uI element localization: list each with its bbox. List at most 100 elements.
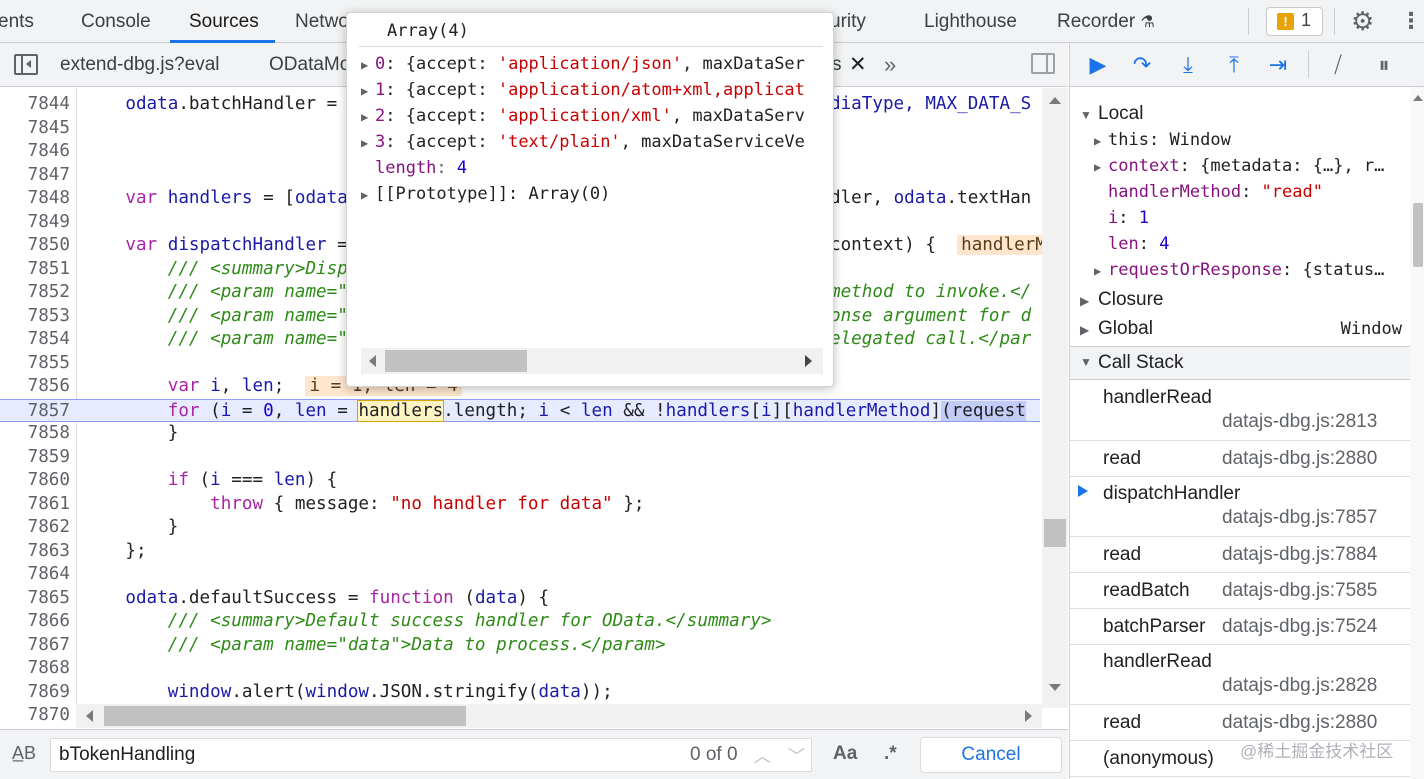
line-number[interactable]: 7855	[0, 352, 70, 376]
line-number[interactable]: 7858	[0, 422, 70, 446]
tab-recorder[interactable]: Recorder ⚗	[1057, 0, 1155, 43]
next-match-chevron-down-icon[interactable]: ﹀	[788, 742, 805, 767]
line-number[interactable]: 7849	[0, 211, 70, 235]
tab-lighthouse[interactable]: Lighthouse	[924, 0, 1017, 43]
call-frame[interactable]: read datajs-dbg.js:2880	[1070, 441, 1410, 477]
code-line[interactable]: 7868	[0, 657, 1040, 681]
line-number[interactable]: 7846	[0, 140, 70, 164]
line-number[interactable]: 7854	[0, 328, 70, 352]
toggle-debugger-sidebar-icon[interactable]	[1031, 53, 1055, 74]
line-number[interactable]: 7870	[0, 704, 70, 728]
code-line[interactable]: 7862 }	[0, 516, 1040, 540]
issues-button[interactable]: ! 1	[1266, 7, 1323, 36]
step-out-icon[interactable]: ⤒	[1220, 51, 1248, 79]
expand-triangle-icon[interactable]: ▶	[361, 78, 375, 103]
scroll-right-arrow-icon[interactable]	[1025, 710, 1032, 722]
more-tabs-chevron-icon[interactable]: »	[884, 43, 896, 87]
step-over-icon[interactable]: ↷	[1128, 51, 1156, 79]
more-options-icon[interactable]: ⋮	[1400, 8, 1422, 34]
call-frame-location[interactable]: datajs-dbg.js:7857	[1222, 507, 1377, 529]
call-frame-location[interactable]: datajs-dbg.js:2880	[1222, 448, 1377, 470]
expand-triangle-icon[interactable]: ▶	[361, 130, 375, 155]
popover-prototype-row[interactable]: ▶ [[Prototype]]: Array(0)	[361, 181, 825, 207]
line-number[interactable]: 7852	[0, 281, 70, 305]
line-number[interactable]: 7844	[0, 93, 70, 117]
code-line[interactable]: 7864	[0, 563, 1040, 587]
scroll-up-arrow-icon[interactable]	[1049, 97, 1061, 104]
line-number[interactable]: 7857	[0, 400, 70, 424]
execution-line[interactable]: 7857 for (i = 0, len = handlers.length; …	[0, 398, 1040, 424]
line-number[interactable]: 7869	[0, 681, 70, 705]
scope-local-header[interactable]: ▼ Local	[1070, 101, 1143, 127]
expand-triangle-icon[interactable]: ▶	[1094, 258, 1108, 283]
step-into-icon[interactable]: ⤓	[1174, 51, 1202, 79]
close-tab-icon[interactable]: ✕	[849, 43, 867, 87]
line-number[interactable]: 7863	[0, 540, 70, 564]
code-line[interactable]: 7858 }	[0, 422, 1040, 446]
call-frame-current[interactable]: dispatchHandler datajs-dbg.js:7857	[1070, 477, 1410, 537]
sidebar-scroll-thumb[interactable]	[1413, 203, 1423, 267]
expand-triangle-icon[interactable]: ▶	[361, 104, 375, 129]
popover-scroll-thumb[interactable]	[385, 350, 527, 372]
tab-elements[interactable]: ents	[0, 0, 34, 43]
file-tab-odatamodel[interactable]: ODataMo	[269, 43, 350, 87]
scope-variable-row[interactable]: i: 1	[1108, 205, 1424, 231]
code-line[interactable]: 7866 /// <summary>Default success handle…	[0, 610, 1040, 634]
popover-array-entry[interactable]: ▶ 0: {accept: 'application/json', maxData…	[361, 51, 825, 77]
tab-console[interactable]: Console	[81, 0, 151, 43]
scroll-down-arrow-icon[interactable]	[1049, 684, 1061, 691]
popover-array-entry[interactable]: ▶ 2: {accept: 'application/xml', maxDataS…	[361, 103, 825, 129]
line-number[interactable]: 7865	[0, 587, 70, 611]
scope-variable-row[interactable]: ▶ this: Window	[1094, 127, 1424, 153]
tab-security[interactable]: urity	[830, 0, 866, 43]
sidebar-vertical-scrollbar[interactable]	[1410, 87, 1424, 779]
deactivate-breakpoints-icon[interactable]: ⧸	[1324, 51, 1352, 79]
scroll-left-arrow-icon[interactable]	[86, 710, 93, 722]
call-frame-location[interactable]: datajs-dbg.js:7585	[1222, 580, 1377, 602]
resume-icon[interactable]: ▶	[1084, 51, 1112, 79]
popover-array-entry[interactable]: ▶ 1: {accept: 'application/atom+xml,appli…	[361, 77, 825, 103]
call-frame-location[interactable]: datajs-dbg.js:2828	[1222, 675, 1377, 697]
line-number[interactable]: 7850	[0, 234, 70, 258]
scroll-left-arrow-icon[interactable]	[369, 355, 376, 367]
call-frame[interactable]: batchParser datajs-dbg.js:7524	[1070, 609, 1410, 645]
call-frame[interactable]: read datajs-dbg.js:7884	[1070, 537, 1410, 573]
scroll-up-arrow-icon[interactable]	[1413, 95, 1423, 101]
scope-variable-row[interactable]: ▶ requestOrResponse: {status…	[1094, 257, 1424, 283]
editor-vertical-scrollbar[interactable]	[1042, 88, 1068, 708]
tab-sources[interactable]: Sources	[189, 0, 259, 43]
line-number[interactable]: 7868	[0, 657, 70, 681]
expand-triangle-icon[interactable]: ▶	[1094, 154, 1108, 179]
file-tab-extend-dbg[interactable]: extend-dbg.js?eval	[60, 43, 220, 87]
line-number[interactable]: 7864	[0, 563, 70, 587]
code-line[interactable]: 7859	[0, 446, 1040, 470]
call-stack-header[interactable]: ▼ Call Stack	[1070, 346, 1410, 380]
call-frame[interactable]: handlerRead datajs-dbg.js:2813	[1070, 381, 1410, 441]
call-frame[interactable]: readBatch datajs-dbg.js:7585	[1070, 573, 1410, 609]
call-frame-location[interactable]: datajs-dbg.js:7884	[1222, 544, 1377, 566]
scope-variable-row[interactable]: handlerMethod: "read"	[1108, 179, 1424, 205]
line-number[interactable]: 7848	[0, 187, 70, 211]
previous-match-chevron-up-icon[interactable]: ︿	[754, 742, 771, 767]
code-line[interactable]: 7867 /// <param name="data">Data to proc…	[0, 634, 1040, 658]
code-line[interactable]: 7869 window.alert(window.JSON.stringify(…	[0, 681, 1040, 705]
pause-on-exceptions-icon[interactable]: ⏸	[1370, 51, 1398, 79]
match-case-button[interactable]: Aa	[833, 743, 857, 765]
call-frame-location[interactable]: datajs-dbg.js:7524	[1222, 616, 1377, 638]
code-line[interactable]: 7863 };	[0, 540, 1040, 564]
line-number[interactable]: 7851	[0, 258, 70, 282]
line-number[interactable]: 7856	[0, 375, 70, 399]
popover-array-entry[interactable]: ▶ 3: {accept: 'text/plain', maxDataServic…	[361, 129, 825, 155]
cancel-search-button[interactable]: Cancel	[920, 737, 1062, 773]
line-number[interactable]: 7847	[0, 164, 70, 188]
editor-horizontal-scroll-thumb[interactable]	[104, 706, 466, 726]
call-frame[interactable]: read datajs-dbg.js:2880	[1070, 705, 1410, 741]
call-frame-location[interactable]: datajs-dbg.js:2880	[1222, 712, 1377, 734]
call-frame-location[interactable]: datajs-dbg.js:2813	[1222, 411, 1377, 433]
line-number[interactable]: 7866	[0, 610, 70, 634]
toggle-navigator-icon[interactable]	[14, 54, 38, 75]
scope-closure-header[interactable]: ▶ Closure	[1070, 287, 1163, 313]
code-line[interactable]: 7861 throw { message: "no handler for da…	[0, 493, 1040, 517]
scroll-right-arrow-icon[interactable]	[805, 355, 812, 367]
expand-triangle-icon[interactable]: ▶	[1094, 128, 1108, 153]
